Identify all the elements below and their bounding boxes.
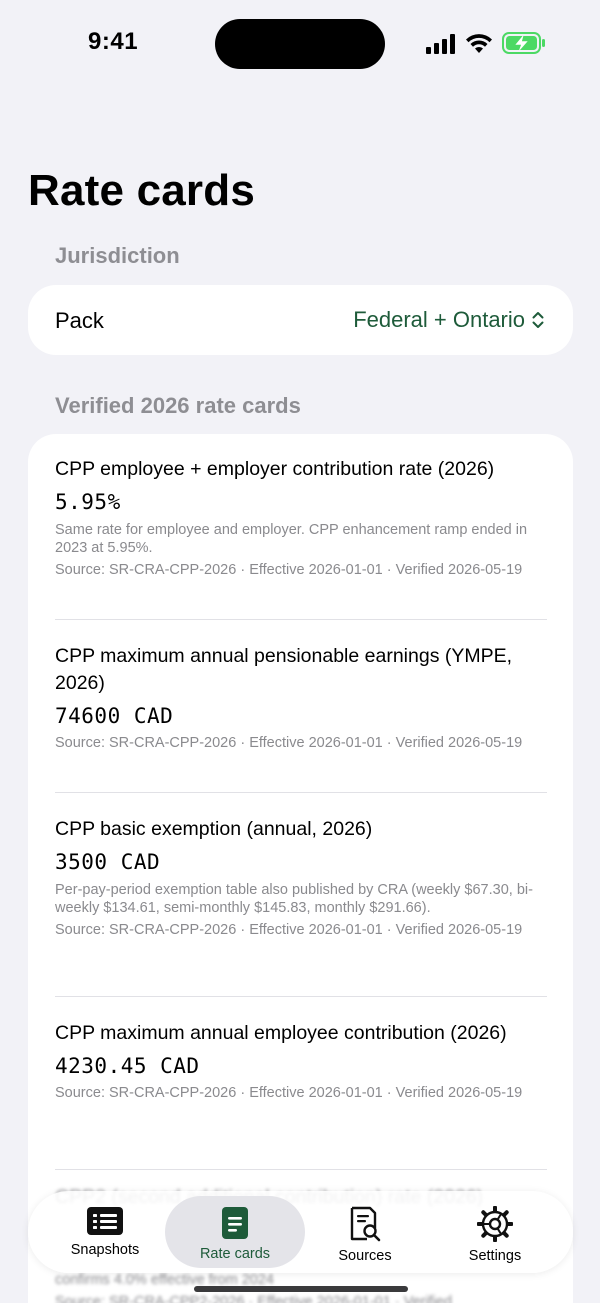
pack-picker[interactable]: Federal + Ontario bbox=[353, 307, 545, 333]
rate-cards-section-label: Verified 2026 rate cards bbox=[55, 393, 301, 418]
settings-icon bbox=[477, 1206, 513, 1242]
rate-card-title: CPP basic exemption (annual, 2026) bbox=[55, 818, 373, 840]
rate-cards-icon bbox=[222, 1207, 248, 1239]
rate-card-value: 4230.45 CAD bbox=[55, 1054, 200, 1078]
home-indicator bbox=[194, 1286, 408, 1292]
tab-label: Snapshots bbox=[70, 1242, 140, 1258]
rate-card-value: 3500 CAD bbox=[55, 850, 161, 874]
tab-snapshots[interactable]: Snapshots bbox=[35, 1196, 175, 1268]
rate-card-item[interactable]: CPP maximum annual employee contribution… bbox=[55, 1020, 547, 1170]
pack-label: Pack bbox=[55, 308, 104, 333]
rate-card-source: Source: SR-CRA-CPP-2026 · Effective 2026… bbox=[55, 922, 523, 938]
rate-card-title: CPP maximum annual employee contribution… bbox=[55, 1022, 507, 1044]
rate-card-title: CPP maximum annual pensionable earnings … bbox=[55, 645, 513, 694]
page-title: Rate cards bbox=[28, 166, 256, 215]
rate-card-value: 74600 CAD bbox=[55, 704, 174, 728]
tab-label: Rate cards bbox=[199, 1246, 271, 1262]
jurisdiction-section-label: Jurisdiction bbox=[55, 243, 180, 268]
rate-card-source: Source: SR-CRA-CPP-2026 · Effective 2026… bbox=[55, 735, 523, 751]
rate-card-source: Source: SR-CRA-CPP-2026 · Effective 2026… bbox=[55, 562, 523, 578]
pack-value: Federal + Ontario bbox=[353, 307, 525, 332]
rate-card-value: 5.95% bbox=[55, 490, 121, 514]
wifi-icon bbox=[466, 34, 492, 53]
dynamic-island bbox=[215, 19, 385, 69]
rate-card-note: Same rate for employee and employer. CPP… bbox=[55, 522, 528, 556]
tab-sources[interactable]: Sources bbox=[295, 1196, 435, 1268]
sources-icon bbox=[350, 1206, 381, 1242]
rate-card-source: Source: SR-CRA-CPP-2026 · Effective 2026… bbox=[55, 1085, 523, 1101]
rate-cards-list[interactable]: CPP employee + employer contribution rat… bbox=[28, 434, 573, 1303]
rate-card-item[interactable]: CPP basic exemption (annual, 2026) 3500 … bbox=[55, 816, 547, 997]
rate-card-source: Source: SR-CRA-CPP2-2026 · Effective 202… bbox=[55, 1294, 453, 1303]
status-bar: 9:41 bbox=[0, 0, 600, 90]
tab-label: Sources bbox=[338, 1248, 392, 1264]
tab-rate-cards[interactable]: Rate cards bbox=[165, 1196, 305, 1268]
cellular-signal-icon bbox=[426, 34, 455, 54]
rate-card-note: Per-pay-period exemption table also publ… bbox=[55, 882, 533, 916]
chevron-up-down-icon bbox=[532, 312, 544, 328]
rate-card-item[interactable]: CPP employee + employer contribution rat… bbox=[55, 456, 547, 620]
status-time: 9:41 bbox=[88, 28, 139, 55]
pack-selector-row[interactable]: Pack Federal + Ontario bbox=[28, 285, 573, 355]
rate-card-title: CPP employee + employer contribution rat… bbox=[55, 458, 495, 480]
tab-settings[interactable]: Settings bbox=[425, 1196, 565, 1268]
battery-charging-icon bbox=[502, 32, 545, 54]
tab-label: Settings bbox=[468, 1248, 522, 1264]
tab-bar: Snapshots Rate cards Sources Settings bbox=[28, 1191, 573, 1273]
snapshots-icon bbox=[87, 1207, 123, 1235]
rate-card-item[interactable]: CPP maximum annual pensionable earnings … bbox=[55, 643, 547, 793]
